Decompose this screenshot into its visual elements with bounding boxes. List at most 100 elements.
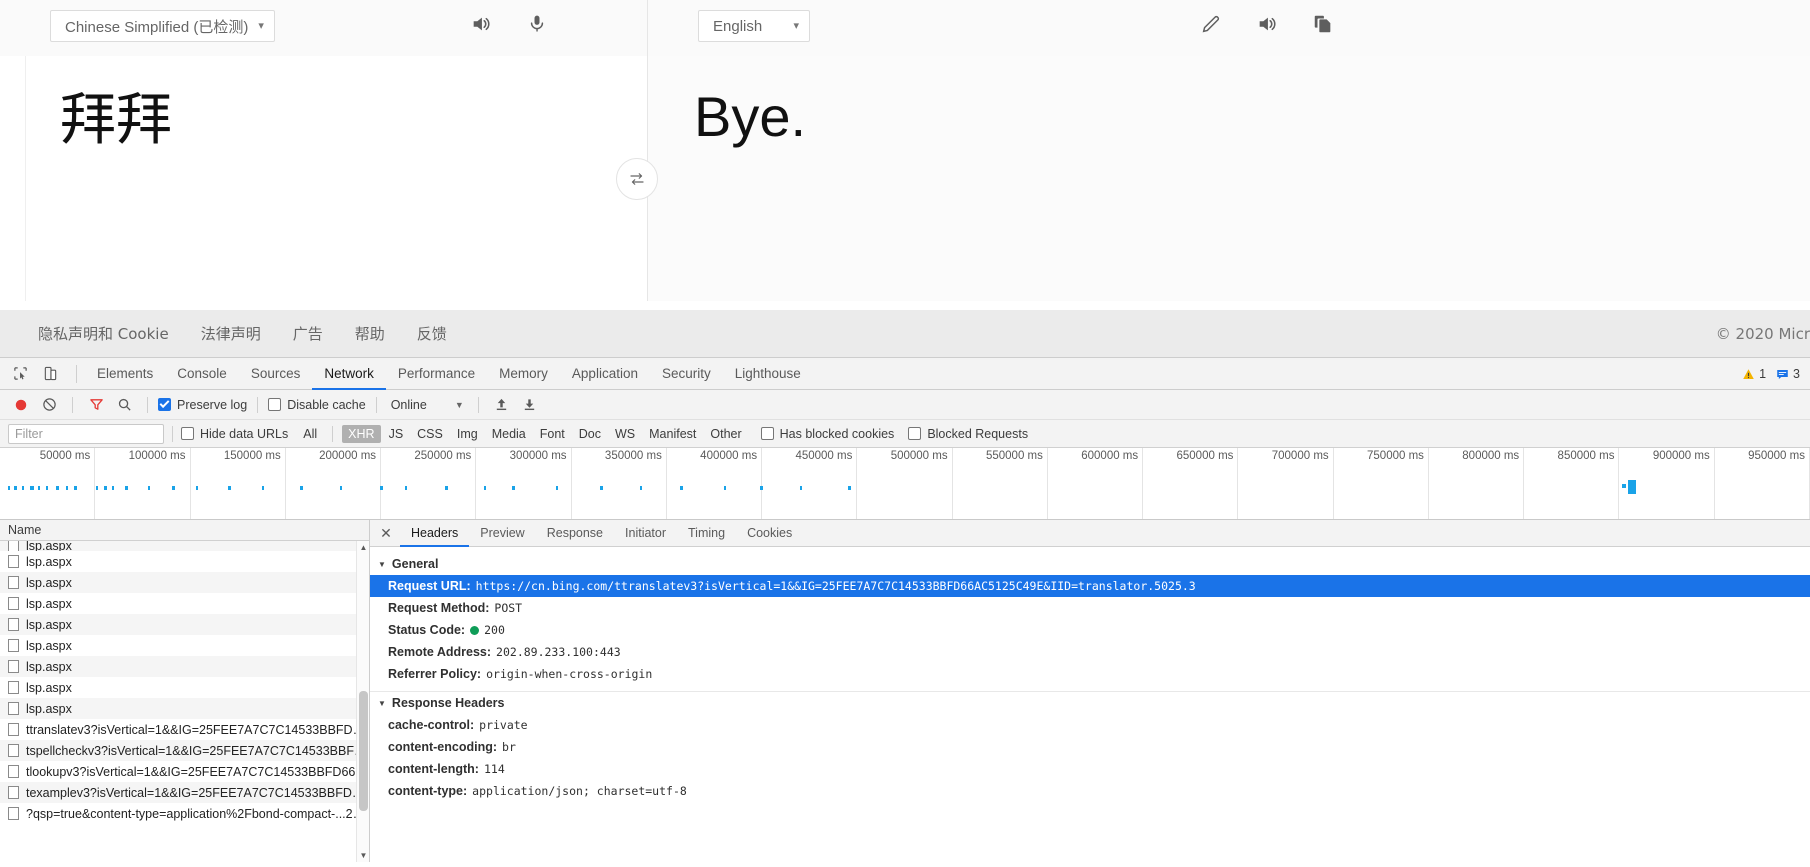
tab-console[interactable]: Console — [165, 358, 239, 390]
filter-type-other[interactable]: Other — [704, 425, 747, 443]
tab-performance[interactable]: Performance — [386, 358, 487, 390]
search-icon[interactable] — [111, 392, 137, 418]
timeline-request-marker — [46, 486, 48, 490]
timeline-tick-label: 50000 ms — [39, 450, 91, 462]
filter-type-font[interactable]: Font — [534, 425, 571, 443]
filter-type-media[interactable]: Media — [486, 425, 532, 443]
detail-tab-response[interactable]: Response — [536, 520, 614, 547]
device-toolbar-icon[interactable] — [38, 362, 62, 386]
general-section-title[interactable]: ▼ General — [370, 553, 1810, 575]
clear-button[interactable] — [36, 392, 62, 418]
tab-security[interactable]: Security — [650, 358, 723, 390]
filter-type-doc[interactable]: Doc — [573, 425, 607, 443]
header-row[interactable]: Status Code: 200 — [370, 619, 1810, 641]
inspect-element-icon[interactable] — [8, 362, 32, 386]
tab-sources[interactable]: Sources — [239, 358, 313, 390]
footer-link-privacy[interactable]: 隐私声明和 Cookie — [22, 323, 185, 344]
filter-type-ws[interactable]: WS — [609, 425, 641, 443]
preserve-log-checkbox[interactable]: Preserve log — [158, 398, 247, 412]
list-item[interactable]: lsp.aspx — [0, 677, 369, 698]
detail-tab-headers[interactable]: Headers — [400, 520, 469, 547]
detail-tab-cookies[interactable]: Cookies — [736, 520, 803, 547]
filter-input[interactable] — [8, 423, 164, 444]
throttling-select[interactable]: Online ▼ — [387, 398, 468, 412]
filter-type-xhr[interactable]: XHR — [342, 424, 381, 443]
filter-type-all[interactable]: All — [297, 425, 323, 443]
tab-application[interactable]: Application — [560, 358, 650, 390]
footer-link-advertise[interactable]: 广告 — [277, 323, 339, 344]
header-row[interactable]: content-length: 114 — [370, 758, 1810, 780]
filter-type-js[interactable]: JS — [383, 425, 410, 443]
filter-icon[interactable] — [83, 392, 109, 418]
message-counter[interactable]: 3 — [1776, 367, 1800, 381]
tab-elements[interactable]: Elements — [85, 358, 165, 390]
source-language-select[interactable]: Chinese Simplified (已检测) ▾ — [50, 10, 275, 42]
header-row[interactable]: Request Method: POST — [370, 597, 1810, 619]
tab-network[interactable]: Network — [312, 358, 386, 390]
disable-cache-checkbox[interactable]: Disable cache — [268, 398, 366, 412]
blocked-requests-checkbox[interactable]: Blocked Requests — [908, 427, 1028, 441]
pencil-icon[interactable] — [1196, 9, 1226, 39]
list-item[interactable]: lsp.aspx — [0, 614, 369, 635]
header-row[interactable]: Remote Address: 202.89.233.100:443 — [370, 641, 1810, 663]
list-item[interactable]: lsp.aspx — [0, 656, 369, 677]
timeline-request-marker — [96, 486, 98, 490]
source-text-area[interactable]: 拜拜 — [25, 56, 647, 301]
timeline-request-marker — [680, 486, 683, 490]
list-item[interactable]: ttranslatev3?isVertical=1&&IG=25FEE7A7C7… — [0, 719, 369, 740]
footer-link-legal[interactable]: 法律声明 — [185, 323, 277, 344]
scrollbar-thumb[interactable] — [359, 691, 368, 811]
record-button[interactable] — [8, 392, 34, 418]
footer-link-feedback[interactable]: 反馈 — [401, 323, 463, 344]
tab-lighthouse[interactable]: Lighthouse — [723, 358, 813, 390]
speaker-icon[interactable] — [466, 9, 496, 39]
hide-data-urls-checkbox[interactable]: Hide data URLs — [181, 427, 288, 441]
scroll-down-icon[interactable]: ▼ — [357, 849, 369, 862]
request-name: lsp.aspx — [26, 680, 72, 695]
scroll-up-icon[interactable]: ▲ — [357, 541, 369, 554]
header-row[interactable]: Referrer Policy: origin-when-cross-origin — [370, 663, 1810, 685]
tab-memory[interactable]: Memory — [487, 358, 560, 390]
detail-tab-preview[interactable]: Preview — [469, 520, 535, 547]
timeline-tick: 150000 ms — [191, 448, 286, 519]
export-har-icon[interactable] — [517, 392, 543, 418]
list-item[interactable]: lsp.aspx — [0, 541, 369, 551]
list-item[interactable]: lsp.aspx — [0, 635, 369, 656]
has-blocked-cookies-checkbox[interactable]: Has blocked cookies — [760, 427, 894, 441]
target-language-select[interactable]: English ▾ — [698, 10, 810, 42]
list-item[interactable]: lsp.aspx — [0, 593, 369, 614]
throttling-value: Online — [390, 397, 427, 412]
detail-tab-timing[interactable]: Timing — [677, 520, 736, 547]
checkbox-box — [268, 398, 282, 411]
list-item[interactable]: tspellcheckv3?isVertical=1&&IG=25FEE7A7C… — [0, 740, 369, 761]
request-list-scrollbar[interactable]: ▲ ▼ — [356, 541, 369, 862]
copy-icon[interactable] — [1308, 9, 1338, 39]
header-row[interactable]: cache-control: private — [370, 714, 1810, 736]
footer-link-help[interactable]: 帮助 — [339, 323, 401, 344]
warning-counter[interactable]: 1 — [1742, 367, 1766, 381]
header-row[interactable]: content-type: application/json; charset=u… — [370, 780, 1810, 802]
header-row[interactable]: content-encoding: br — [370, 736, 1810, 758]
detail-tab-initiator[interactable]: Initiator — [614, 520, 677, 547]
microphone-icon[interactable] — [522, 9, 552, 39]
list-item[interactable]: ?qsp=true&content-type=application%2Fbon… — [0, 803, 369, 824]
list-item[interactable]: tlookupv3?isVertical=1&&IG=25FEE7A7C7C14… — [0, 761, 369, 782]
filter-type-img[interactable]: Img — [451, 425, 484, 443]
filter-type-manifest[interactable]: Manifest — [643, 425, 702, 443]
list-item[interactable]: lsp.aspx — [0, 551, 369, 572]
header-value: origin-when-cross-origin — [486, 667, 653, 681]
list-item[interactable]: lsp.aspx — [0, 572, 369, 593]
close-icon[interactable]: ✕ — [376, 523, 396, 543]
speaker-icon[interactable] — [1252, 9, 1282, 39]
header-key: Status Code: — [388, 623, 466, 637]
filter-type-css[interactable]: CSS — [411, 425, 449, 443]
list-item[interactable]: texamplev3?isVertical=1&&IG=25FEE7A7C7C1… — [0, 782, 369, 803]
import-har-icon[interactable] — [489, 392, 515, 418]
list-item[interactable]: lsp.aspx — [0, 698, 369, 719]
swap-languages-button[interactable] — [616, 158, 658, 200]
header-row[interactable]: Request URL: https://cn.bing.com/ttransla… — [370, 575, 1810, 597]
request-name: lsp.aspx — [26, 554, 72, 569]
general-header-rows: Request URL: https://cn.bing.com/ttransla… — [370, 575, 1810, 685]
network-overview-timeline[interactable]: 50000 ms 100000 ms 150000 ms 200000 ms 25000… — [0, 448, 1810, 520]
response-headers-section-title[interactable]: ▼ Response Headers — [370, 692, 1810, 714]
